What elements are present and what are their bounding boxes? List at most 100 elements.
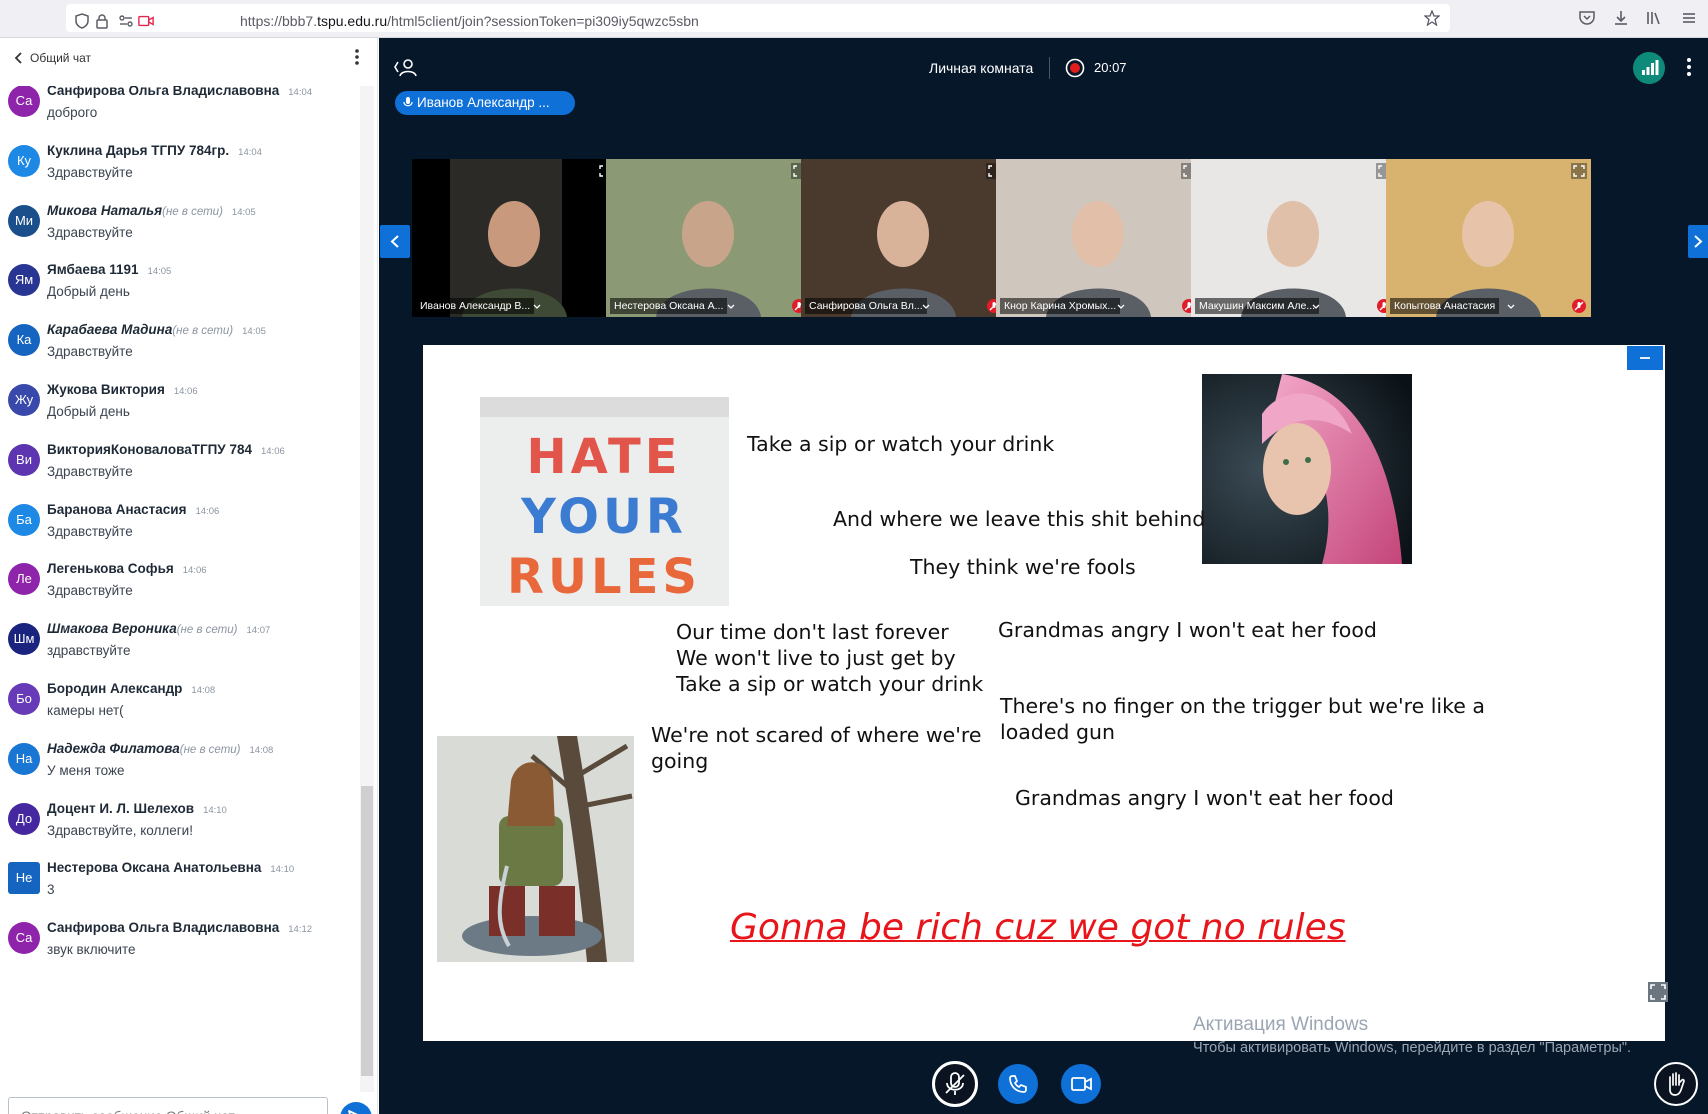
message-header: Карабаева Мадина(не в сети) 14:05 — [47, 322, 266, 337]
connection-status-icon[interactable] — [1633, 52, 1665, 84]
options-icon[interactable] — [1684, 56, 1694, 78]
message-text: 3 — [47, 882, 55, 898]
chat-message: На Надежда Филатова(не в сети) 14:08 У меня… — [0, 738, 360, 803]
shield-icon[interactable] — [74, 13, 90, 29]
avatar[interactable]: Са — [8, 86, 40, 117]
video-tile[interactable]: Санфирова Ольга Вл... — [801, 159, 1006, 317]
chat-title[interactable]: Общий чат — [30, 51, 91, 65]
recording-icon[interactable] — [1065, 58, 1085, 78]
audio-button[interactable] — [998, 1064, 1038, 1104]
avatar[interactable]: На — [8, 742, 40, 775]
chat-scrollbar-thumb[interactable] — [361, 786, 373, 1076]
talking-name: Иванов Александр ... — [417, 95, 550, 110]
mute-button[interactable] — [932, 1061, 978, 1107]
bookmark-star-icon[interactable] — [1424, 10, 1440, 26]
avatar[interactable]: Ба — [8, 503, 40, 536]
app-root: https://bbb7.tspu.edu.ru/html5client/joi… — [0, 0, 1708, 1114]
sender-name: Карабаева Мадина — [47, 322, 173, 338]
video-tile[interactable]: Копытова Анастасия — [1386, 159, 1591, 317]
fullscreen-icon[interactable] — [1648, 982, 1668, 1002]
message-header: Ямбаева 1191 14:05 — [47, 262, 171, 277]
rules-text: RULES — [507, 549, 701, 605]
message-time: 14:06 — [173, 386, 198, 397]
phone-icon — [1009, 1075, 1027, 1093]
participant-name[interactable]: Кнор Карина Хромых... — [1000, 298, 1121, 314]
chat-message-input[interactable] — [8, 1097, 328, 1114]
presentation-slide: HATE YOUR RULES Take a sip or watch your… — [423, 345, 1665, 1041]
pocket-icon[interactable] — [1578, 9, 1596, 27]
users-toggle-icon[interactable] — [393, 56, 419, 78]
watermark-title: Активация Windows — [1193, 1014, 1369, 1035]
participant-name[interactable]: Иванов Александр В... — [416, 298, 535, 314]
talking-indicator[interactable]: Иванов Александр ... — [395, 91, 575, 115]
avatar[interactable]: Жу — [8, 384, 40, 416]
lyric-line-12: Grandmas angry I won't eat her food — [1015, 786, 1394, 810]
video-tile[interactable]: Иванов Александр В... — [412, 159, 617, 317]
chevron-down-icon[interactable] — [921, 302, 931, 312]
expand-icon[interactable] — [1571, 163, 1587, 179]
permissions-icon[interactable] — [118, 13, 134, 29]
message-text: Здравствуйте — [47, 583, 133, 599]
browser-toolbar: https://bbb7.tspu.edu.ru/html5client/joi… — [0, 0, 1708, 38]
minimize-presentation-button[interactable] — [1627, 346, 1663, 370]
library-icon[interactable] — [1645, 9, 1663, 27]
chevron-down-icon[interactable] — [1311, 302, 1321, 312]
chevron-down-icon[interactable] — [532, 302, 542, 312]
downloads-icon[interactable] — [1612, 9, 1630, 27]
offline-label: (не в сети) — [172, 325, 234, 338]
message-time: 14:10 — [270, 864, 295, 876]
chat-header: Общий чат — [0, 38, 378, 78]
sender-name: Баранова Анастасия — [47, 501, 187, 517]
participant-name[interactable]: Нестерова Оксана А... — [610, 298, 728, 314]
sender-name: Жукова Виктория — [47, 382, 165, 397]
message-text: здравствуйте — [47, 643, 131, 659]
url-prefix: https://bbb7. — [240, 13, 318, 29]
chevron-down-icon[interactable] — [1116, 302, 1126, 312]
avatar[interactable]: Не — [8, 862, 40, 895]
send-button[interactable] — [340, 1102, 372, 1114]
avatar[interactable]: До — [8, 802, 40, 835]
lyric-line-4: Our time don't last forever — [676, 620, 949, 644]
raise-hand-button[interactable] — [1654, 1062, 1698, 1106]
message-text: звук включите — [47, 942, 136, 958]
menu-icon[interactable] — [1680, 9, 1698, 27]
address-bar[interactable]: https://bbb7.tspu.edu.ru/html5client/joi… — [66, 4, 1450, 32]
chevron-down-icon[interactable] — [1506, 302, 1516, 312]
avatar[interactable]: Ми — [8, 204, 40, 237]
chat-message-list[interactable]: Са Санфирова Ольга Владиславовна 14:04 добр… — [0, 86, 360, 1078]
video-next-button[interactable] — [1688, 225, 1708, 258]
chevron-left-icon[interactable] — [12, 51, 26, 65]
participant-name[interactable]: Копытова Анастасия — [1390, 298, 1500, 314]
title-divider — [1049, 57, 1050, 79]
avatar[interactable]: Ку — [8, 144, 40, 177]
video-button[interactable] — [1061, 1064, 1101, 1104]
lyric-line-11: going — [651, 749, 709, 773]
chevron-right-icon — [1694, 235, 1703, 248]
sender-name: Легенькова Софья — [47, 561, 174, 577]
lyric-line-10: We're not scared of where we're — [651, 723, 982, 747]
video-prev-button[interactable] — [380, 225, 410, 258]
participant-name[interactable]: Санфирова Ольга Вл... — [805, 298, 927, 314]
video-tile[interactable]: Кнор Карина Хромых... — [996, 159, 1201, 317]
chat-message: Ку Куклина Дарья ТГПУ 784гр. 14:04 Здравств… — [0, 140, 360, 205]
video-feed — [996, 159, 1201, 317]
avatar[interactable]: Шм — [8, 623, 40, 656]
elf-woman-image — [1202, 374, 1412, 564]
video-tile[interactable]: Нестерова Оксана А... — [606, 159, 811, 317]
sender-name: Бородин Александр — [47, 681, 183, 696]
avatar[interactable]: Са — [8, 922, 40, 955]
chevron-down-icon[interactable] — [726, 302, 736, 312]
camera-blocked-icon[interactable] — [138, 13, 154, 29]
url-text: https://bbb7.tspu.edu.ru/html5client/joi… — [240, 13, 699, 29]
lyric-line-6: Take a sip or watch your drink — [676, 672, 984, 696]
participant-name[interactable]: Макушин Максим Але... — [1195, 298, 1320, 314]
lock-icon[interactable] — [94, 13, 110, 29]
video-tile[interactable]: Макушин Максим Але... — [1191, 159, 1396, 317]
avatar[interactable]: Ви — [8, 443, 40, 476]
chat-message: Ле Легенькова Софья 14:06 Здравствуйте — [0, 558, 360, 623]
avatar[interactable]: Ка — [8, 324, 40, 357]
avatar[interactable]: Ям — [8, 264, 40, 297]
avatar[interactable]: Ле — [8, 563, 40, 596]
avatar[interactable]: Бо — [8, 683, 40, 715]
chat-options-icon[interactable] — [352, 48, 362, 66]
